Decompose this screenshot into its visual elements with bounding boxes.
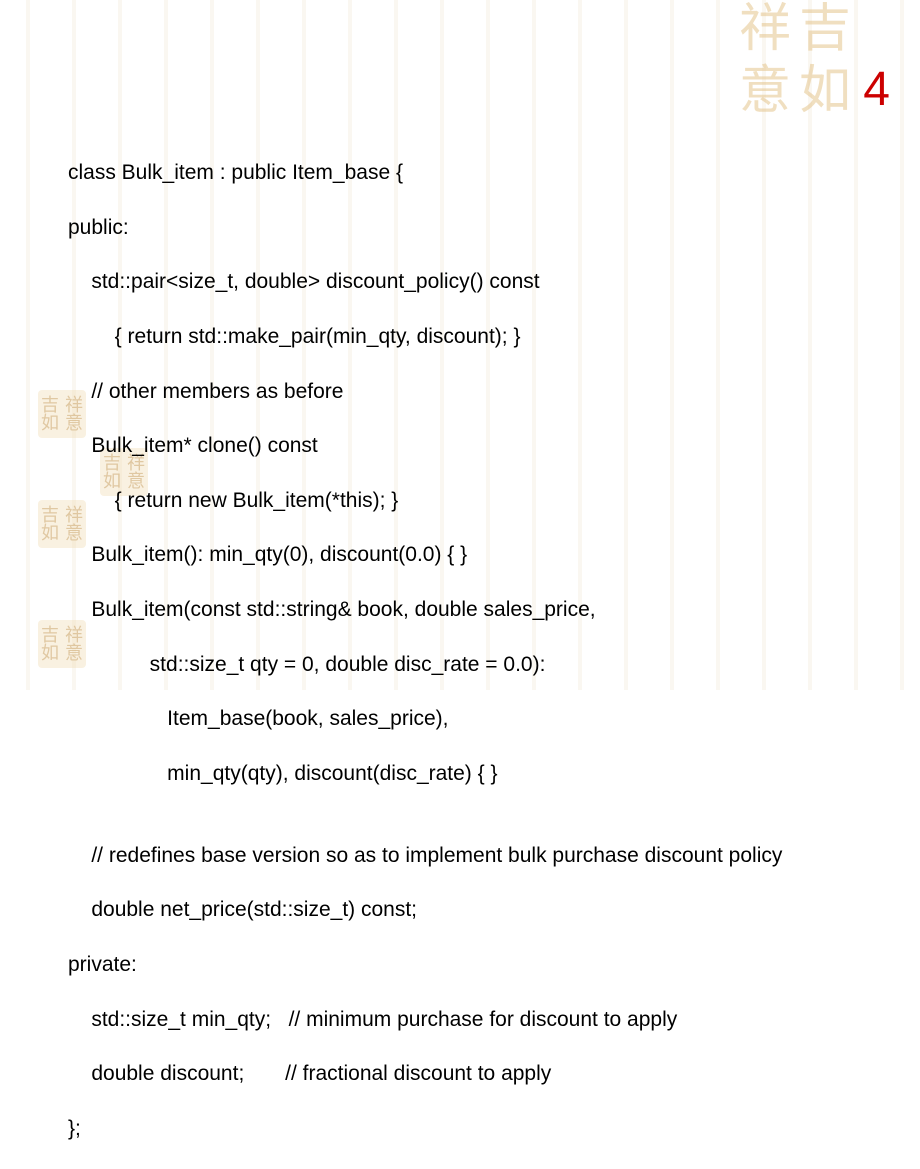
code-line: Bulk_item(const std::string& book, doubl…: [68, 596, 890, 623]
seal-glyph: 祥: [739, 4, 791, 56]
code-line: // other members as before: [68, 378, 890, 405]
code-line: private:: [68, 951, 890, 978]
page-number: 4: [863, 62, 890, 117]
code-line: std::size_t qty = 0, double disc_rate = …: [68, 651, 890, 678]
code-line: double discount; // fractional discount …: [68, 1060, 890, 1087]
code-block: class Bulk_item : public Item_base { pub…: [68, 132, 890, 1169]
code-line: double net_price(std::size_t) const;: [68, 896, 890, 923]
seal-glyph: 意: [739, 66, 791, 118]
code-line: min_qty(qty), discount(disc_rate) { }: [68, 760, 890, 787]
code-line: public:: [68, 214, 890, 241]
code-line: std::size_t min_qty; // minimum purchase…: [68, 1006, 890, 1033]
code-line: { return std::make_pair(min_qty, discoun…: [68, 323, 890, 350]
code-line: };: [68, 1115, 890, 1142]
code-line: Bulk_item(): min_qty(0), discount(0.0) {…: [68, 541, 890, 568]
seal-top-right: 吉 祥 如 意: [735, 0, 865, 130]
code-line: std::pair<size_t, double> discount_polic…: [68, 268, 890, 295]
code-line: { return new Bulk_item(*this); }: [68, 487, 890, 514]
seal-glyph: 吉: [799, 4, 851, 56]
code-line: Item_base(book, sales_price),: [68, 705, 890, 732]
seal-glyph: 如: [799, 66, 851, 118]
code-line: class Bulk_item : public Item_base {: [68, 159, 890, 186]
code-line: Bulk_item* clone() const: [68, 432, 890, 459]
code-line: // redefines base version so as to imple…: [68, 842, 890, 869]
